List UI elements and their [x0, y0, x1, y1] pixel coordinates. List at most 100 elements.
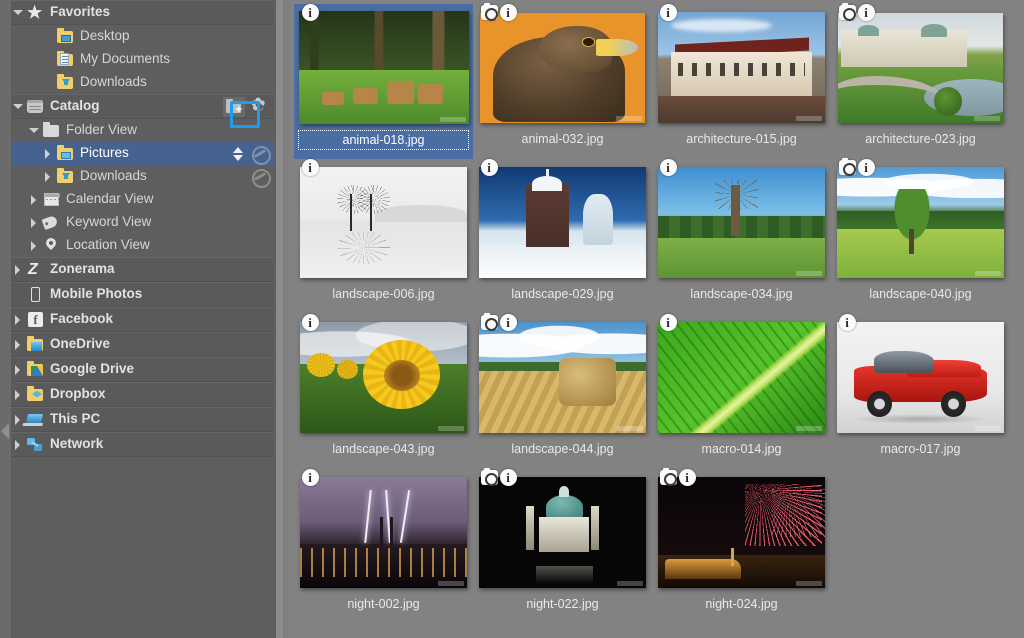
- thumbnail-image[interactable]: [300, 167, 467, 278]
- thumbnail-filename[interactable]: night-022.jpg: [477, 595, 648, 615]
- sidebar-item-catalog[interactable]: Catalog +: [11, 94, 273, 119]
- chevron-down-icon[interactable]: [27, 119, 41, 142]
- chevron-right-icon[interactable]: [41, 142, 55, 165]
- thumbnail-cell[interactable]: i landscape-006.jpg: [294, 159, 473, 314]
- sync-icon[interactable]: [251, 168, 271, 188]
- thumbnail-image-wrapper[interactable]: i: [656, 159, 828, 280]
- thumbnail-image-wrapper[interactable]: i: [656, 468, 828, 590]
- sidebar-item-downloads[interactable]: Downloads: [11, 71, 273, 94]
- thumbnail-filename[interactable]: landscape-044.jpg: [477, 440, 648, 460]
- thumbnail-image[interactable]: [837, 322, 1004, 433]
- thumbnail-image[interactable]: [479, 477, 646, 588]
- camera-icon[interactable]: [838, 3, 856, 21]
- sidebar-item-zonerama[interactable]: Z Zonerama: [11, 257, 273, 282]
- thumbnail-cell[interactable]: i landscape-029.jpg: [473, 159, 652, 314]
- thumbnail-image[interactable]: [838, 12, 1003, 123]
- thumbnail-filename[interactable]: landscape-006.jpg: [298, 285, 469, 305]
- sidebar-item-mobile-photos[interactable]: Mobile Photos: [11, 282, 273, 307]
- sidebar-item-facebook[interactable]: f Facebook: [11, 307, 273, 332]
- thumbnail-cell[interactable]: i landscape-043.jpg: [294, 314, 473, 469]
- thumbnail-cell[interactable]: i macro-014.jpg: [652, 314, 831, 469]
- chevron-right-icon[interactable]: [11, 408, 25, 431]
- thumbnail-cell[interactable]: i animal-032.jpg: [473, 3, 652, 159]
- thumbnail-cell[interactable]: i night-024.jpg: [652, 468, 831, 624]
- thumbnail-image-wrapper[interactable]: i: [835, 3, 1007, 125]
- thumbnail-cell[interactable]: i architecture-023.jpg: [831, 3, 1010, 159]
- info-icon[interactable]: i: [301, 159, 319, 176]
- info-icon[interactable]: i: [301, 4, 319, 21]
- thumbnail-image-wrapper[interactable]: i: [477, 3, 649, 125]
- sort-updown-icon[interactable]: [231, 145, 245, 163]
- sidebar-item-keyword-view[interactable]: Keyword View: [11, 211, 273, 234]
- thumbnail-image-wrapper[interactable]: i: [656, 314, 828, 435]
- thumbnail-cell[interactable]: i animal-018.jpg: [294, 4, 473, 159]
- chevron-right-icon[interactable]: [11, 333, 25, 356]
- camera-icon[interactable]: [480, 468, 498, 486]
- thumbnail-cell[interactable]: i landscape-044.jpg: [473, 313, 652, 469]
- info-icon[interactable]: i: [678, 469, 696, 486]
- info-icon[interactable]: i: [659, 4, 677, 21]
- thumbnail-cell[interactable]: i landscape-040.jpg: [831, 158, 1010, 314]
- chevron-right-icon[interactable]: [11, 358, 25, 381]
- sidebar-item-onedrive[interactable]: OneDrive: [11, 332, 273, 357]
- sidebar-item-this-pc[interactable]: This PC: [11, 407, 273, 432]
- sidebar-item-calendar-view[interactable]: Calendar View: [11, 188, 273, 211]
- thumbnail-image-wrapper[interactable]: i: [656, 4, 828, 125]
- thumbnail-filename[interactable]: landscape-034.jpg: [656, 285, 827, 305]
- sidebar-item-dropbox[interactable]: Dropbox: [11, 382, 273, 407]
- chevron-right-icon[interactable]: [27, 211, 41, 234]
- thumbnail-browser[interactable]: i animal-018.jpg i animal-032.jpg i architect…: [290, 0, 1024, 638]
- thumbnail-filename[interactable]: architecture-015.jpg: [656, 130, 827, 150]
- info-icon[interactable]: i: [499, 469, 517, 486]
- info-icon[interactable]: i: [857, 159, 875, 176]
- collapse-left-icon[interactable]: [1, 423, 9, 439]
- chevron-right-icon[interactable]: [41, 165, 55, 188]
- thumbnail-cell[interactable]: i night-002.jpg: [294, 469, 473, 624]
- navigator-sidebar[interactable]: ★ Favorites Desktop My Documents Downloads Ca…: [11, 0, 273, 638]
- thumbnail-image-wrapper[interactable]: i: [298, 159, 470, 280]
- thumbnail-filename[interactable]: macro-017.jpg: [835, 440, 1006, 460]
- thumbnail-image-wrapper[interactable]: i: [298, 469, 470, 590]
- info-icon[interactable]: i: [499, 4, 517, 21]
- thumbnail-image-wrapper[interactable]: i: [477, 313, 649, 435]
- thumbnail-image-wrapper[interactable]: i: [298, 314, 470, 435]
- thumbnail-filename[interactable]: landscape-043.jpg: [298, 440, 469, 460]
- sidebar-item-google-drive[interactable]: Google Drive: [11, 357, 273, 382]
- camera-icon[interactable]: [480, 313, 498, 331]
- thumbnail-image-wrapper[interactable]: i: [477, 468, 649, 590]
- thumbnail-filename[interactable]: night-002.jpg: [298, 595, 469, 615]
- thumbnail-filename[interactable]: macro-014.jpg: [656, 440, 827, 460]
- camera-icon[interactable]: [480, 3, 498, 21]
- camera-icon[interactable]: [838, 158, 856, 176]
- chevron-down-icon[interactable]: [11, 95, 25, 118]
- sidebar-item-network[interactable]: Network: [11, 432, 273, 457]
- thumbnail-filename[interactable]: animal-018.jpg: [298, 130, 469, 150]
- thumbnail-image[interactable]: [837, 167, 1004, 278]
- thumbnail-filename[interactable]: landscape-040.jpg: [835, 285, 1006, 305]
- add-folder-icon[interactable]: +: [223, 96, 245, 117]
- info-icon[interactable]: i: [838, 314, 856, 331]
- thumbnail-image[interactable]: [479, 322, 646, 433]
- thumbnail-image-wrapper[interactable]: i: [835, 314, 1007, 435]
- sidebar-item-my-documents[interactable]: My Documents: [11, 48, 273, 71]
- thumbnail-cell[interactable]: i landscape-034.jpg: [652, 159, 831, 314]
- gear-icon[interactable]: [251, 96, 269, 116]
- chevron-right-icon[interactable]: [27, 234, 41, 257]
- thumbnail-image[interactable]: [479, 167, 646, 278]
- camera-icon[interactable]: [659, 468, 677, 486]
- chevron-right-icon[interactable]: [11, 383, 25, 406]
- thumbnail-filename[interactable]: animal-032.jpg: [477, 130, 648, 150]
- thumbnail-filename[interactable]: architecture-023.jpg: [835, 130, 1006, 150]
- sync-icon[interactable]: [251, 145, 271, 165]
- chevron-right-icon[interactable]: [11, 308, 25, 331]
- sidebar-item-favorites[interactable]: ★ Favorites: [11, 0, 273, 25]
- chevron-right-icon[interactable]: [27, 188, 41, 211]
- info-icon[interactable]: i: [659, 159, 677, 176]
- info-icon[interactable]: i: [480, 159, 498, 176]
- thumbnail-cell[interactable]: i macro-017.jpg: [831, 314, 1010, 469]
- thumbnail-filename[interactable]: night-024.jpg: [656, 595, 827, 615]
- info-icon[interactable]: i: [499, 314, 517, 331]
- thumbnail-filename[interactable]: landscape-029.jpg: [477, 285, 648, 305]
- thumbnail-image[interactable]: [658, 477, 825, 588]
- sidebar-item-folder-view[interactable]: Folder View: [11, 119, 273, 142]
